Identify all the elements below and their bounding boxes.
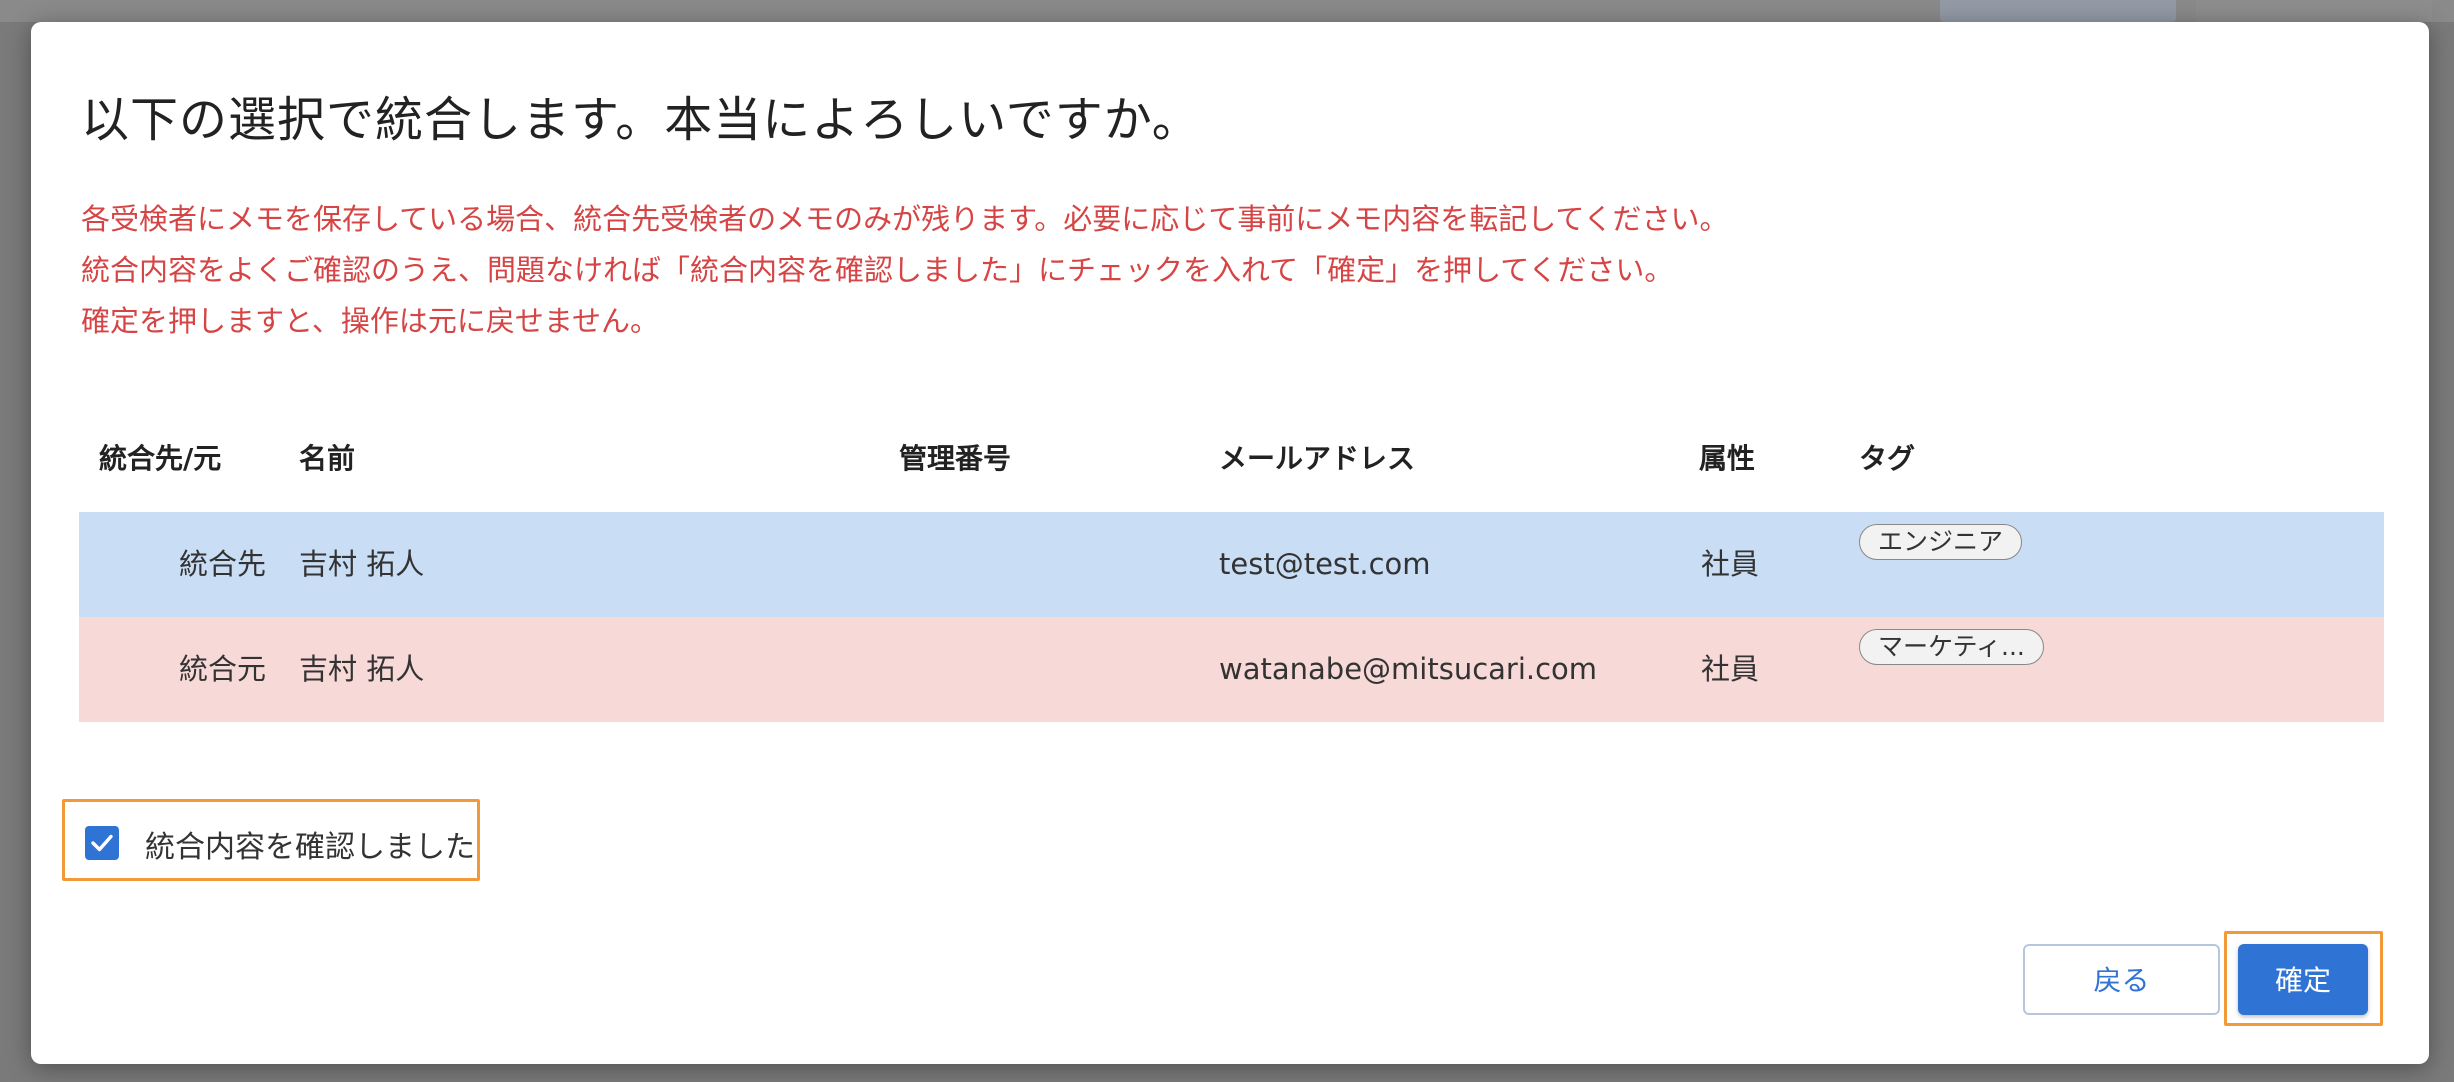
- warning-messages: 各受検者にメモを保存している場合、統合先受検者のメモのみが残ります。必要に応じて…: [81, 194, 1729, 347]
- table-header-row: 統合先/元 名前 管理番号 メールアドレス 属性 タグ: [79, 407, 2384, 512]
- confirm-checkbox-highlight: 統合内容を確認しました: [62, 799, 480, 881]
- dialog-title: 以下の選択で統合します。本当によろしいですか。: [81, 92, 1201, 148]
- warning-line: 確定を押しますと、操作は元に戻せません。: [81, 304, 659, 338]
- cell-email: test@test.com: [1219, 547, 1431, 581]
- header-tag: タグ: [1859, 442, 1916, 475]
- tag-chip: マーケティ...: [1859, 629, 2044, 665]
- merge-confirm-dialog: 以下の選択で統合します。本当によろしいですか。 各受検者にメモを保存している場合…: [31, 22, 2429, 1064]
- header-name: 名前: [299, 442, 356, 475]
- cell-role: 統合先: [179, 547, 267, 581]
- cell-attribute: 社員: [1701, 547, 1760, 581]
- warning-line: 各受検者にメモを保存している場合、統合先受検者のメモのみが残ります。必要に応じて…: [81, 202, 1729, 236]
- header-attribute: 属性: [1699, 442, 1756, 475]
- table-row-source: 統合元 吉村 拓人 watanabe@mitsucari.com 社員 マーケテ…: [79, 617, 2384, 722]
- header-email: メールアドレス: [1219, 442, 1416, 475]
- confirm-checkbox[interactable]: [85, 826, 119, 860]
- background-button: [1940, 0, 2176, 22]
- confirm-button[interactable]: 確定: [2238, 944, 2368, 1015]
- cell-role: 統合元: [179, 652, 267, 686]
- cell-name: 吉村 拓人: [299, 652, 425, 686]
- cell-email: watanabe@mitsucari.com: [1219, 652, 1598, 686]
- confirm-checkbox-label[interactable]: 統合内容を確認しました: [145, 822, 475, 866]
- checkmark-icon: [91, 834, 113, 852]
- background-button: [2196, 0, 2432, 22]
- back-button[interactable]: 戻る: [2023, 944, 2220, 1015]
- warning-line: 統合内容をよくご確認のうえ、問題なければ「統合内容を確認しました」にチェックを入…: [81, 253, 1674, 287]
- tag-chip: エンジニア: [1859, 524, 2023, 560]
- table-row-destination: 統合先 吉村 拓人 test@test.com 社員 エンジニア: [79, 512, 2384, 617]
- merge-table: 統合先/元 名前 管理番号 メールアドレス 属性 タグ 統合先 吉村 拓人 te…: [79, 407, 2384, 722]
- cell-name: 吉村 拓人: [299, 547, 425, 581]
- header-management-number: 管理番号: [899, 442, 1012, 475]
- header-role: 統合先/元: [99, 442, 222, 475]
- cell-attribute: 社員: [1701, 652, 1760, 686]
